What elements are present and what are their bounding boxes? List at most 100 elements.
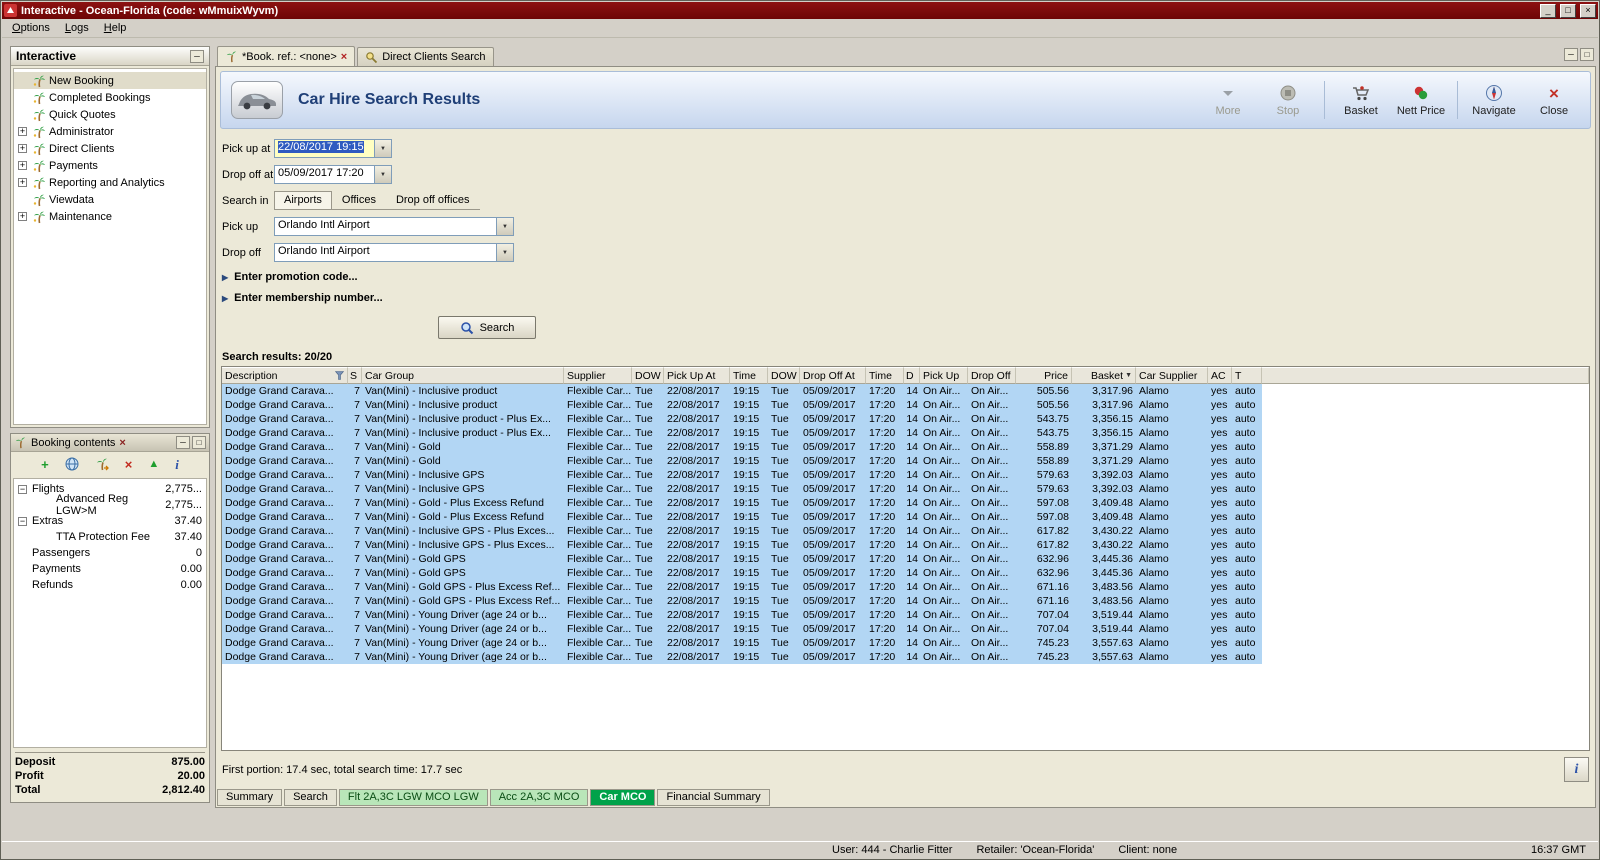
globe-icon[interactable] [65,457,79,471]
table-row[interactable]: Dodge Grand Carava... 7 Van(Mini) - Incl… [222,524,1589,538]
col-supplier[interactable]: Supplier [564,367,632,384]
sidebar-item[interactable]: Completed Bookings [14,89,206,106]
sidebar-item[interactable]: + Administrator [14,123,206,140]
table-row[interactable]: Dodge Grand Carava... 7 Van(Mini) - Incl… [222,538,1589,552]
delete-icon[interactable]: × [125,458,133,471]
search-in-tab[interactable]: Drop off offices [386,191,480,209]
basket-button[interactable]: Basket [1335,83,1387,117]
more-button[interactable]: More [1202,83,1254,117]
booking-tree-row[interactable]: Refunds 0.00 [14,577,206,593]
tab-close-icon[interactable]: × [341,51,347,63]
pickup-location-dropdown[interactable]: ▼ [496,218,513,235]
search-in-tab[interactable]: Offices [332,191,386,209]
doc-maximize-button[interactable]: □ [1580,48,1594,61]
info-button[interactable]: i [1564,757,1589,782]
col-price[interactable]: Price [1016,367,1072,384]
search-in-tab[interactable]: Airports [274,191,332,209]
sidebar-item[interactable]: Quick Quotes [14,106,206,123]
stop-button[interactable]: Stop [1262,83,1314,117]
info-icon[interactable]: i [175,458,179,471]
dropoff-at-field[interactable]: 05/09/2017 17:20 ▼ [274,165,392,184]
filter-icon[interactable] [335,371,344,380]
menu-item[interactable]: Options [5,20,57,36]
palm-transfer-icon[interactable] [95,457,109,471]
doc-minimize-button[interactable]: ─ [1564,48,1578,61]
booking-minimize-button[interactable]: ─ [176,436,190,449]
table-row[interactable]: Dodge Grand Carava... 7 Van(Mini) - Youn… [222,608,1589,622]
pickup-at-field[interactable]: 22/08/2017 19:15 ▼ [274,139,392,158]
col-dow-pickup[interactable]: DOW [632,367,664,384]
col-basket[interactable]: Basket ▼ [1072,367,1136,384]
col-dropoff-at[interactable]: Drop Off At [800,367,866,384]
sidebar-item[interactable]: + Direct Clients [14,140,206,157]
membership-expander[interactable]: ▶ Enter membership number... [222,292,842,304]
col-s[interactable]: S [348,367,362,384]
navigate-button[interactable]: Navigate [1468,83,1520,117]
col-ac[interactable]: AC [1208,367,1232,384]
col-days[interactable]: D [904,367,920,384]
collapse-icon[interactable]: − [18,484,27,494]
expand-icon[interactable]: + [18,212,27,221]
col-pickup-at[interactable]: Pick Up At [664,367,730,384]
bottom-tab[interactable]: Financial Summary [657,789,770,806]
bottom-tab[interactable]: Flt 2A,3C LGW MCO LGW [338,789,488,806]
table-row[interactable]: Dodge Grand Carava... 7 Van(Mini) - Incl… [222,412,1589,426]
sidebar-item[interactable]: Viewdata [14,191,206,208]
col-dropoff-time[interactable]: Time [866,367,904,384]
booking-maximize-button[interactable]: □ [192,436,206,449]
booking-tree-row[interactable]: Advanced Reg LGW>M 2,775... [14,493,206,517]
minimize-button[interactable]: _ [1540,3,1556,18]
table-row[interactable]: Dodge Grand Carava... 7 Van(Mini) - Gold… [222,496,1589,510]
table-row[interactable]: Dodge Grand Carava... 7 Van(Mini) - Gold… [222,580,1589,594]
expand-icon[interactable]: + [18,178,27,187]
table-row[interactable]: Dodge Grand Carava... 7 Van(Mini) - Gold… [222,440,1589,454]
dropoff-at-dropdown[interactable]: ▼ [374,166,391,183]
pickup-location-combo[interactable]: Orlando Intl Airport ▼ [274,217,514,236]
col-car-group[interactable]: Car Group [362,367,564,384]
table-row[interactable]: Dodge Grand Carava... 7 Van(Mini) - Youn… [222,650,1589,664]
maximize-button[interactable]: □ [1560,3,1576,18]
tab-booking[interactable]: *Book. ref.: <none> × [217,46,356,66]
col-t[interactable]: T [1232,367,1262,384]
pickup-at-dropdown[interactable]: ▼ [374,140,391,157]
panel-collapse-button[interactable]: ─ [190,49,204,63]
table-row[interactable]: Dodge Grand Carava... 7 Van(Mini) - Incl… [222,384,1589,398]
table-row[interactable]: Dodge Grand Carava... 7 Van(Mini) - Gold… [222,594,1589,608]
nett-price-button[interactable]: Nett Price [1395,83,1447,117]
add-icon[interactable]: + [41,458,49,471]
table-row[interactable]: Dodge Grand Carava... 7 Van(Mini) - Incl… [222,468,1589,482]
table-row[interactable]: Dodge Grand Carava... 7 Van(Mini) - Gold… [222,552,1589,566]
booking-tree-row[interactable]: TTA Protection Fee 37.40 [14,529,206,545]
booking-tree-row[interactable]: Payments 0.00 [14,561,206,577]
sidebar-item[interactable]: New Booking [14,72,206,89]
col-description[interactable]: Description [222,367,348,384]
sidebar-item[interactable]: + Maintenance [14,208,206,225]
menu-item[interactable]: Logs [58,20,96,36]
bottom-tab[interactable]: Summary [217,789,283,806]
expand-icon[interactable]: + [18,144,27,153]
tab-direct-clients-search[interactable]: Direct Clients Search [357,47,494,66]
sidebar-item[interactable]: + Reporting and Analytics [14,174,206,191]
close-results-button[interactable]: × Close [1528,83,1580,118]
expand-icon[interactable]: + [18,127,27,136]
move-up-icon[interactable]: ▲ [148,458,159,471]
collapse-icon[interactable]: − [18,516,27,526]
table-row[interactable]: Dodge Grand Carava... 7 Van(Mini) - Incl… [222,426,1589,440]
col-dropoff-loc[interactable]: Drop Off [968,367,1016,384]
col-pickup-time[interactable]: Time [730,367,768,384]
booking-close-icon[interactable]: × [119,437,125,449]
search-button[interactable]: Search [438,316,536,339]
bottom-tab[interactable]: Car MCO [590,789,656,806]
close-button[interactable]: × [1580,3,1596,18]
col-car-supplier[interactable]: Car Supplier [1136,367,1208,384]
sidebar-item[interactable]: + Payments [14,157,206,174]
table-row[interactable]: Dodge Grand Carava... 7 Van(Mini) - Gold… [222,510,1589,524]
expand-icon[interactable]: + [18,161,27,170]
table-row[interactable]: Dodge Grand Carava... 7 Van(Mini) - Incl… [222,398,1589,412]
table-row[interactable]: Dodge Grand Carava... 7 Van(Mini) - Gold… [222,566,1589,580]
dropoff-location-dropdown[interactable]: ▼ [496,244,513,261]
promo-code-expander[interactable]: ▶ Enter promotion code... [222,271,842,283]
table-row[interactable]: Dodge Grand Carava... 7 Van(Mini) - Youn… [222,636,1589,650]
bottom-tab[interactable]: Acc 2A,3C MCO [489,789,589,806]
col-pickup-loc[interactable]: Pick Up [920,367,968,384]
